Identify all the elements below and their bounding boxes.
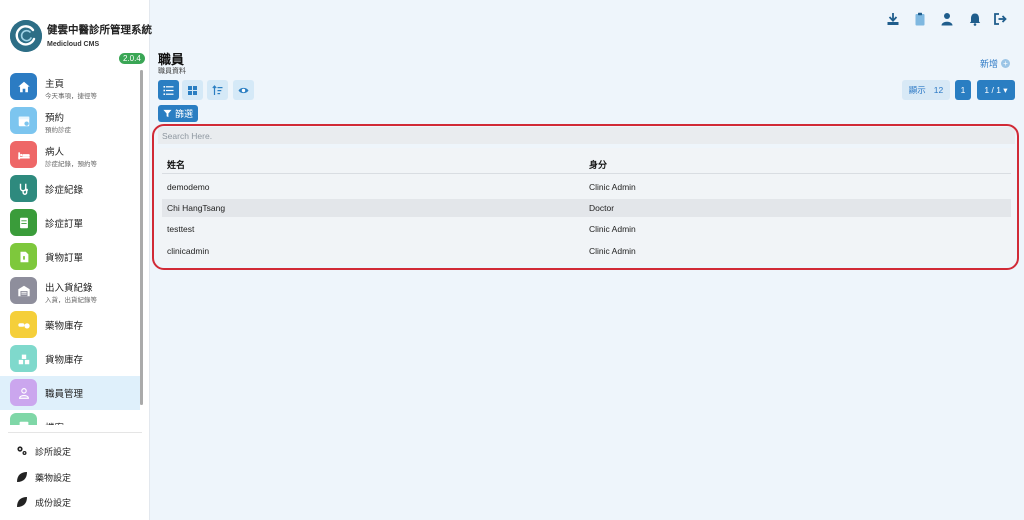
eye-icon — [238, 87, 249, 93]
sidebar-item-label: 檔案 — [45, 420, 64, 425]
stethoscope-icon — [10, 175, 37, 202]
calendar-icon — [10, 107, 37, 134]
sidebar-item-stock-records[interactable]: 出入貨紀錄 入貨，出貨紀錄等 — [0, 274, 140, 308]
sidebar-item-label: 貨物庫存 — [45, 355, 84, 366]
add-label: 新增 — [980, 59, 999, 69]
file-icon — [10, 413, 37, 425]
settings-item-label: 藥物設定 — [35, 473, 72, 483]
filter-button[interactable]: 篩選 — [158, 105, 198, 122]
user-icon[interactable] — [940, 12, 956, 28]
show-count: 12 — [933, 85, 944, 95]
current-page-button[interactable]: 1 — [955, 80, 971, 100]
bed-icon — [10, 141, 37, 168]
grid-view-button[interactable] — [182, 80, 203, 100]
list-view-button[interactable] — [158, 80, 179, 100]
sidebar-item-label: 藥物庫存 — [45, 321, 84, 332]
version-badge: 2.0.4 — [119, 53, 145, 64]
logout-icon[interactable] — [993, 12, 1009, 28]
sidebar-item-records[interactable]: 診症紀錄 — [0, 172, 140, 206]
sidebar-divider — [8, 432, 142, 433]
page-select-dropdown[interactable]: 1 / 1 ▾ — [977, 80, 1015, 100]
sidebar-item-goods-orders[interactable]: 貨物訂單 — [0, 240, 140, 274]
sidebar-item-goods-stock[interactable]: 貨物庫存 — [0, 342, 140, 376]
order-icon — [10, 209, 37, 236]
sidebar-item-sub: 預約診症 — [45, 127, 71, 134]
settings-item-label: 成份設定 — [35, 498, 72, 508]
sidebar-item-label: 預約 — [45, 113, 65, 124]
filter-icon — [163, 109, 172, 118]
home-icon — [10, 73, 37, 100]
show-label: 顯示 — [908, 85, 926, 95]
brand-subtitle: Medicloud CMS — [47, 41, 100, 48]
sidebar-item-label: 職員管理 — [45, 389, 84, 400]
sidebar-item-label: 出入貨紀錄 — [45, 283, 93, 294]
sort-button[interactable] — [207, 80, 228, 100]
sidebar-scrollbar[interactable] — [140, 70, 143, 405]
sidebar-item-home[interactable]: 主頁 今天事項，捷徑等 — [0, 70, 140, 104]
warehouse-icon — [10, 277, 37, 304]
sidebar-item-consult-orders[interactable]: 診症訂單 — [0, 206, 140, 240]
sidebar-item-sub: 診症紀錄，預約等 — [45, 161, 97, 168]
sidebar-item-label: 主頁 — [45, 79, 65, 90]
leaf-icon — [16, 496, 28, 508]
sidebar-item-patients[interactable]: 病人 診症紀錄，預約等 — [0, 138, 140, 172]
filter-label: 篩選 — [174, 109, 193, 119]
grid-icon — [188, 85, 197, 95]
highlight-frame — [152, 124, 1019, 270]
sidebar-item-label: 病人 — [45, 147, 65, 158]
page-subtitle: 職員資料 — [158, 68, 186, 75]
bell-icon[interactable] — [968, 12, 984, 28]
settings-item-clinic[interactable]: 診所設定 — [16, 443, 136, 461]
plus-icon: + — [1001, 59, 1011, 68]
medicloud-logo-icon — [10, 20, 42, 52]
page-size-select[interactable]: 顯示 12 — [902, 80, 950, 100]
sidebar-scrollbar-thumb[interactable] — [140, 70, 143, 405]
add-staff-button[interactable]: 新增 + — [980, 57, 1011, 70]
gears-icon — [16, 445, 28, 457]
sidebar-item-files[interactable]: 檔案 — [0, 410, 140, 425]
sidebar-item-staff[interactable]: 職員管理 — [0, 376, 140, 410]
sidebar-item-medicine-stock[interactable]: 藥物庫存 — [0, 308, 140, 342]
sidebar-item-label: 貨物訂單 — [45, 253, 84, 264]
download-icon[interactable] — [886, 12, 902, 28]
settings-item-label: 診所設定 — [35, 447, 72, 457]
sidebar-item-label: 診症紀錄 — [45, 185, 84, 196]
settings-item-ingredient[interactable]: 成份設定 — [16, 494, 136, 512]
sidebar-item-sub: 入貨，出貨紀錄等 — [45, 297, 97, 304]
sidebar-nav: 主頁 今天事項，捷徑等 預約 預約診症 病人 診症紀錄，預約等 診症紀錄 診症訂… — [0, 70, 140, 425]
brand-title: 健雲中醫診所管理系統 — [47, 24, 152, 36]
pills-icon — [10, 311, 37, 338]
sidebar: 健雲中醫診所管理系統 Medicloud CMS 2.0.4 主頁 今天事項，捷… — [0, 0, 152, 520]
visibility-button[interactable] — [233, 80, 254, 100]
list-icon — [163, 85, 174, 95]
staff-icon — [10, 379, 37, 406]
sidebar-item-label: 診症訂單 — [45, 219, 84, 230]
clipboard-icon[interactable] — [913, 12, 929, 28]
settings-item-medicine[interactable]: 藥物設定 — [16, 469, 136, 487]
boxes-icon — [10, 345, 37, 372]
sort-icon — [212, 84, 223, 95]
sidebar-item-sub: 今天事項，捷徑等 — [45, 93, 97, 100]
sidebar-item-appointment[interactable]: 預約 預約診症 — [0, 104, 140, 138]
leaf-icon — [16, 471, 28, 483]
document-icon — [10, 243, 37, 270]
